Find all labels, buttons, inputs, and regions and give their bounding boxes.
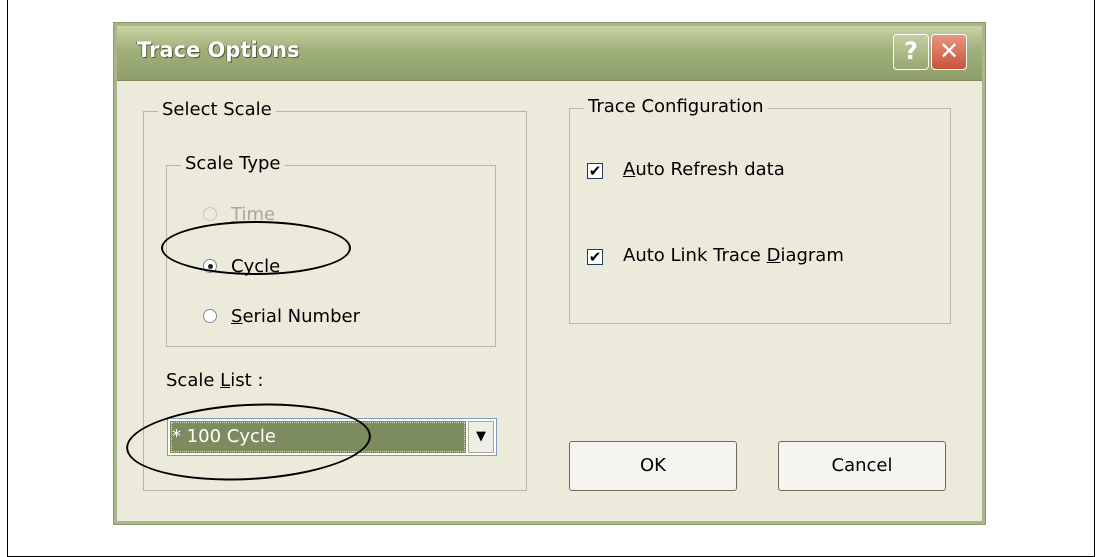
trace-configuration-legend: Trace Configuration [584,96,768,117]
title-bar[interactable]: Trace Options ? ✕ [117,26,982,81]
ok-button[interactable]: OK [569,441,737,491]
annotation-ellipse-cycle [161,221,351,275]
trace-configuration-group: Trace Configuration ✔ Auto Refresh data … [569,96,951,324]
auto-link-checkbox[interactable]: ✔ Auto Link Trace Diagram [587,245,917,271]
help-button[interactable]: ? [893,34,929,70]
auto-refresh-checkbox-box[interactable]: ✔ [587,163,603,179]
auto-refresh-checkbox[interactable]: ✔ Auto Refresh data [587,159,847,185]
scale-list-label: Scale List : [166,370,264,391]
select-scale-legend: Select Scale [158,99,276,120]
auto-refresh-label: Auto Refresh data [623,159,785,180]
checkmark-icon: ✔ [588,248,602,266]
close-button[interactable]: ✕ [931,34,967,70]
radio-serial-number-label: Serial Number [231,306,360,327]
question-icon: ? [904,37,918,65]
trace-options-dialog: Trace Options ? ✕ Select Scale Scale Typ… [113,22,986,525]
auto-link-label: Auto Link Trace Diagram [623,245,844,266]
radio-serial-number-circle[interactable] [203,309,217,323]
chevron-down-icon: ▼ [476,429,486,444]
cancel-button[interactable]: Cancel [778,441,946,491]
auto-link-checkbox-box[interactable]: ✔ [587,249,603,265]
close-icon: ✕ [938,37,960,65]
radio-time-circle[interactable] [203,207,217,221]
dropdown-arrow-button[interactable]: ▼ [468,421,494,453]
checkmark-icon: ✔ [588,162,602,180]
scale-type-legend: Scale Type [181,153,285,174]
radio-serial-number[interactable]: Serial Number [203,306,433,330]
dialog-title: Trace Options [137,38,300,62]
